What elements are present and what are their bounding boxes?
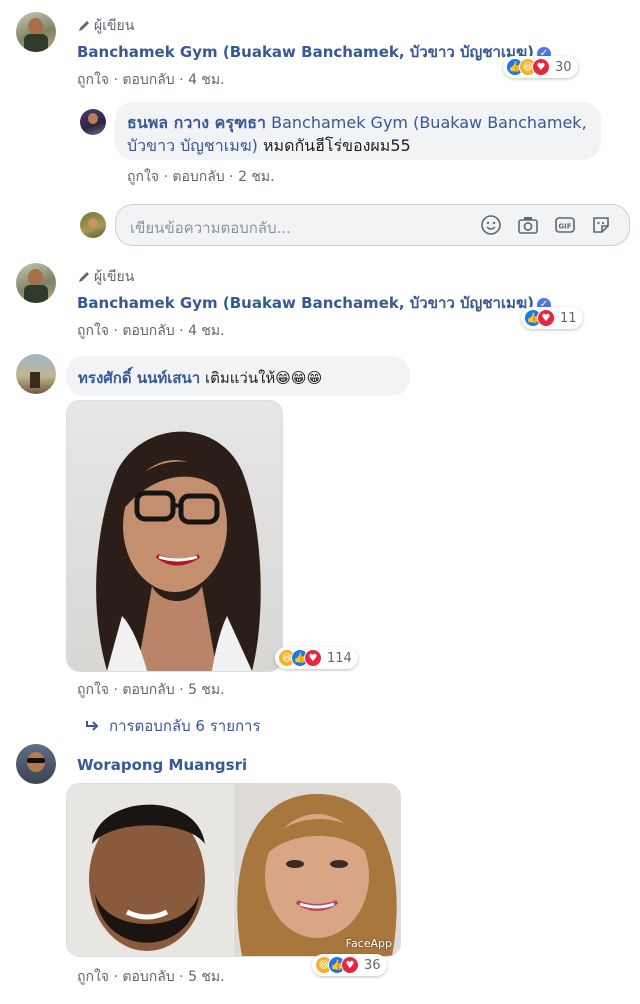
comment-author-name[interactable]: Banchamek Gym (Buakaw Banchamek, บัวขาว … xyxy=(77,40,551,64)
sticker-icon[interactable] xyxy=(590,214,612,236)
reaction-count: 36 xyxy=(364,957,381,973)
like-link[interactable]: ถูกใจ xyxy=(77,323,109,339)
gif-icon[interactable]: GIF xyxy=(554,214,576,236)
reaction-summary[interactable]: 👍 😆 ♥ 30 xyxy=(503,56,578,78)
like-link[interactable]: ถูกใจ xyxy=(127,169,159,185)
reaction-count: 114 xyxy=(327,650,352,666)
reply-arrow-icon xyxy=(86,721,99,731)
comment-author-name[interactable]: Worapong Muangsri xyxy=(77,756,247,774)
comment-actions: ถูกใจ · ตอบกลับ · 4 ชม. xyxy=(77,72,225,88)
camera-icon[interactable] xyxy=(517,214,539,236)
timestamp[interactable]: 2 ชม. xyxy=(238,169,275,185)
love-icon: ♥ xyxy=(304,649,322,667)
avatar[interactable] xyxy=(16,744,56,784)
timestamp[interactable]: 5 ชม. xyxy=(188,969,225,985)
like-link[interactable]: ถูกใจ xyxy=(77,682,109,698)
comment-actions: ถูกใจ · ตอบกลับ · 5 ชม. xyxy=(77,682,225,698)
reaction-summary[interactable]: 👍 ♥ 11 xyxy=(521,307,583,329)
reaction-summary[interactable]: 😆 👍 ♥ 114 xyxy=(275,647,358,669)
author-tag: ผู้เขียน xyxy=(77,15,134,37)
comment-text: ทรงศักดิ์ นนท์เสนา เติมแว่นให้😁😁😁 xyxy=(78,366,322,390)
avatar[interactable] xyxy=(80,109,106,135)
like-link[interactable]: ถูกใจ xyxy=(77,72,109,88)
current-user-avatar xyxy=(80,212,106,238)
avatar[interactable] xyxy=(16,12,56,52)
timestamp[interactable]: 5 ชม. xyxy=(188,682,225,698)
reaction-count: 11 xyxy=(560,310,577,326)
reply-link[interactable]: ตอบกลับ xyxy=(172,169,224,185)
love-icon: ♥ xyxy=(537,309,555,327)
comment-author-name[interactable]: Banchamek Gym (Buakaw Banchamek, บัวขาว … xyxy=(77,291,551,315)
reply-actions: ถูกใจ · ตอบกลับ · 2 ชม. xyxy=(127,169,275,185)
attached-photo[interactable] xyxy=(66,400,283,672)
photo-illustration xyxy=(96,431,261,671)
author-tag: ผู้เขียน xyxy=(77,266,134,288)
avatar[interactable] xyxy=(16,354,56,394)
timestamp[interactable]: 4 ชม. xyxy=(188,72,225,88)
reply-body: หมดกันฮีโร่ของผม55 xyxy=(263,136,411,155)
comment-actions: ถูกใจ · ตอบกลับ · 5 ชม. xyxy=(77,969,225,985)
grin-emoji: 😁😁😁 xyxy=(275,369,323,387)
comment-body: เติมแว่นให้ xyxy=(204,369,276,387)
timestamp[interactable]: 4 ชม. xyxy=(188,323,225,339)
faceapp-watermark: FaceApp xyxy=(345,937,392,950)
attached-photo[interactable]: FaceApp xyxy=(66,783,401,957)
smiley-icon[interactable] xyxy=(480,214,502,236)
love-icon: ♥ xyxy=(341,956,359,974)
avatar[interactable] xyxy=(16,263,56,303)
reaction-summary[interactable]: 😆 👍 ♥ 36 xyxy=(312,954,387,976)
reply-link[interactable]: ตอบกลับ xyxy=(122,72,174,88)
comment-actions: ถูกใจ · ตอบกลับ · 4 ชม. xyxy=(77,323,225,339)
reaction-count: 30 xyxy=(555,59,572,75)
photo-illustration xyxy=(67,784,400,956)
reply-link[interactable]: ตอบกลับ xyxy=(122,323,174,339)
reply-text: ธนพล กวาง ครุฑธา Banchamek Gym (Buakaw B… xyxy=(127,111,597,157)
pencil-icon xyxy=(79,21,89,31)
reply-input-placeholder[interactable]: เขียนข้อความตอบกลับ... xyxy=(130,216,291,240)
reply-link[interactable]: ตอบกลับ xyxy=(122,682,174,698)
reply-link[interactable]: ตอบกลับ xyxy=(122,969,174,985)
pencil-icon xyxy=(79,272,89,282)
comment-author-name[interactable]: ทรงศักดิ์ นนท์เสนา xyxy=(78,369,200,387)
svg-text:GIF: GIF xyxy=(558,223,571,231)
view-replies-link[interactable]: การตอบกลับ 6 รายการ xyxy=(85,714,261,738)
love-icon: ♥ xyxy=(532,58,550,76)
like-link[interactable]: ถูกใจ xyxy=(77,969,109,985)
reply-author-name[interactable]: ธนพล กวาง ครุฑธา xyxy=(127,113,266,132)
reply-input[interactable]: เขียนข้อความตอบกลับ... GIF xyxy=(115,204,630,246)
